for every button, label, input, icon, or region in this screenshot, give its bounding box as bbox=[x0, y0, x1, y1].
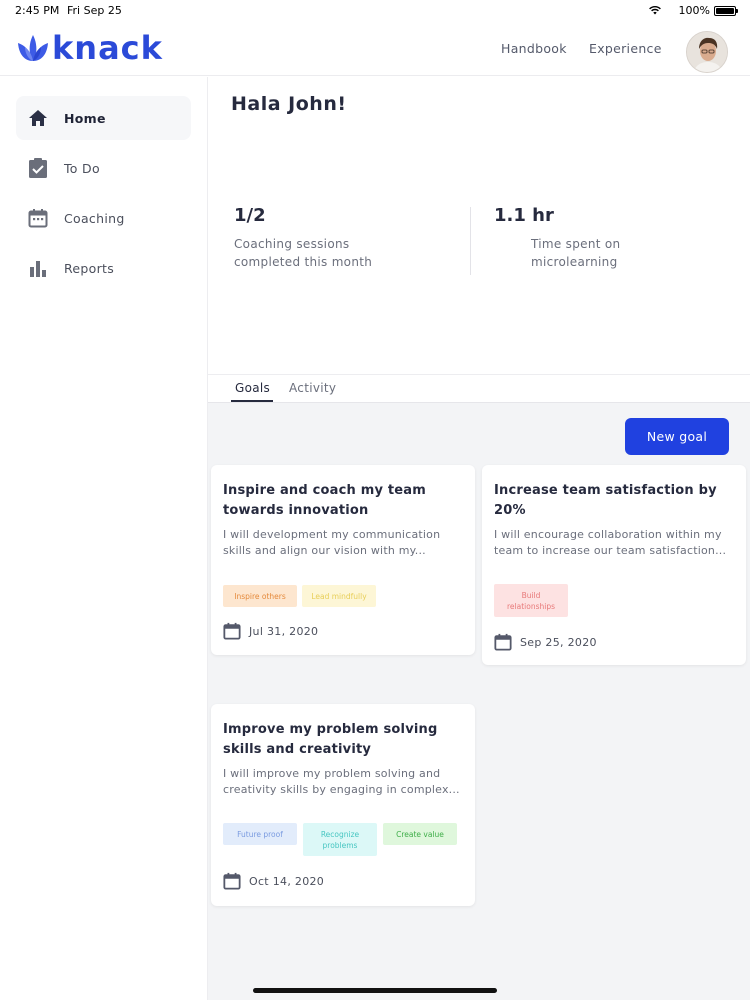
goal-tag[interactable]: Lead mindfully bbox=[302, 585, 376, 607]
clipboard-check-icon bbox=[26, 156, 50, 180]
goal-title: Inspire and coach my team towards innova… bbox=[223, 481, 463, 521]
sidebar-item-home[interactable]: Home bbox=[16, 96, 191, 140]
new-goal-button[interactable]: New goal bbox=[625, 418, 729, 455]
goal-date-text: Jul 31, 2020 bbox=[249, 624, 319, 638]
status-time: 2:45 PM bbox=[15, 4, 60, 17]
goal-title-line: Improve my problem solving bbox=[223, 722, 438, 737]
sidebar-item-label: To Do bbox=[64, 160, 100, 176]
calendar-icon bbox=[26, 206, 50, 230]
goal-tag-line: Recognize bbox=[320, 829, 360, 839]
stat-description: Coaching sessions completed this month bbox=[234, 235, 454, 271]
stat-value: 1.1 hr bbox=[494, 205, 554, 226]
stat-desc-line: Time spent on bbox=[531, 237, 621, 251]
nav-handbook-link[interactable]: Handbook bbox=[501, 41, 567, 56]
goal-title-line: skills and creativity bbox=[223, 742, 372, 757]
stat-desc-line: completed this month bbox=[234, 255, 373, 269]
goal-date-text: Sep 25, 2020 bbox=[520, 635, 597, 649]
goal-tag[interactable]: Recognize problems bbox=[303, 823, 377, 856]
stat-desc-line: microlearning bbox=[531, 255, 618, 269]
goals-list: New goal Inspire and coach my team towar… bbox=[208, 403, 750, 1000]
goal-desc-line: team to increase our team satisfaction..… bbox=[494, 544, 727, 557]
goal-title-line: Inspire and coach my team bbox=[223, 483, 426, 498]
goal-tag-line: relationships bbox=[507, 601, 555, 611]
goal-tag-line: problems bbox=[322, 840, 358, 850]
goal-desc-line: I will development my communication bbox=[223, 528, 441, 541]
sidebar-item-label: Coaching bbox=[64, 210, 125, 226]
goal-desc-line: I will improve my problem solving and bbox=[223, 767, 441, 780]
status-bar: 2:45 PM Fri Sep 25 100% bbox=[0, 0, 750, 22]
stat-desc-line: Coaching sessions bbox=[234, 237, 350, 251]
goal-due-date: Jul 31, 2020 bbox=[223, 622, 318, 640]
goal-description: I will encourage collaboration within my… bbox=[494, 527, 732, 559]
goal-title-line: 20% bbox=[494, 503, 526, 518]
goal-due-date: Oct 14, 2020 bbox=[223, 872, 324, 890]
calendar-icon bbox=[223, 872, 241, 890]
app-header: knack Handbook Experience bbox=[0, 22, 750, 76]
goal-due-date: Sep 25, 2020 bbox=[494, 633, 597, 651]
goal-title-line: Increase team satisfaction by bbox=[494, 483, 717, 498]
tulip-logo-icon bbox=[18, 35, 48, 61]
sidebar: Home To Do Coaching Reports bbox=[0, 77, 207, 1000]
battery-icon bbox=[714, 6, 738, 16]
brand-name: knack bbox=[52, 29, 163, 67]
calendar-icon bbox=[494, 633, 512, 651]
home-indicator[interactable] bbox=[253, 988, 497, 993]
goal-tag[interactable]: Build relationships bbox=[494, 584, 568, 617]
stat-description: Time spent on microlearning bbox=[531, 235, 714, 271]
nav-experience-link[interactable]: Experience bbox=[589, 41, 662, 56]
goal-description: I will development my communication skil… bbox=[223, 527, 461, 559]
tab-activity[interactable]: Activity bbox=[289, 381, 336, 395]
sidebar-item-label: Reports bbox=[64, 260, 115, 276]
stat-microlearning-time: 1.1 hr Time spent on microlearning bbox=[494, 205, 714, 271]
sidebar-item-reports[interactable]: Reports bbox=[16, 246, 191, 290]
stat-coaching-sessions: 1/2 Coaching sessions completed this mon… bbox=[234, 205, 454, 271]
goal-tag[interactable]: Inspire others bbox=[223, 585, 297, 607]
status-date: Fri Sep 25 bbox=[67, 4, 122, 17]
goal-card[interactable]: Improve my problem solving skills and cr… bbox=[211, 704, 475, 906]
main-content: Hala John! 1/2 Coaching sessions complet… bbox=[207, 77, 750, 1000]
goal-card[interactable]: Increase team satisfaction by 20% I will… bbox=[482, 465, 746, 665]
goal-tag[interactable]: Future proof bbox=[223, 823, 297, 845]
goal-desc-line: creativity skills by engaging in complex… bbox=[223, 783, 460, 796]
sidebar-item-coaching[interactable]: Coaching bbox=[16, 196, 191, 240]
tab-goals[interactable]: Goals bbox=[235, 381, 270, 395]
sidebar-item-label: Home bbox=[64, 110, 106, 126]
goals-activity-tabs: Goals Activity bbox=[208, 374, 750, 403]
goal-title: Improve my problem solving skills and cr… bbox=[223, 720, 463, 760]
bar-chart-icon bbox=[26, 256, 50, 280]
user-avatar[interactable] bbox=[686, 31, 728, 73]
goal-title-line: towards innovation bbox=[223, 503, 369, 518]
active-tab-indicator bbox=[231, 400, 273, 402]
goal-tag[interactable]: Create value bbox=[383, 823, 457, 845]
calendar-icon bbox=[223, 622, 241, 640]
home-icon bbox=[26, 106, 50, 130]
goal-desc-line: I will encourage collaboration within my bbox=[494, 528, 722, 541]
goal-description: I will improve my problem solving and cr… bbox=[223, 766, 461, 798]
goal-desc-line: skills and align our vision with my... bbox=[223, 544, 426, 557]
page-title: Hala John! bbox=[231, 93, 347, 115]
wifi-icon bbox=[648, 5, 662, 18]
goal-tag-line: Build bbox=[521, 590, 541, 600]
goal-card[interactable]: Inspire and coach my team towards innova… bbox=[211, 465, 475, 655]
goal-title: Increase team satisfaction by 20% bbox=[494, 481, 734, 521]
sidebar-item-todo[interactable]: To Do bbox=[16, 146, 191, 190]
battery-percent: 100% bbox=[678, 4, 710, 17]
knack-logo[interactable]: knack bbox=[16, 30, 163, 66]
goal-date-text: Oct 14, 2020 bbox=[249, 874, 325, 888]
stat-divider bbox=[470, 207, 471, 275]
stat-value: 1/2 bbox=[234, 205, 266, 226]
